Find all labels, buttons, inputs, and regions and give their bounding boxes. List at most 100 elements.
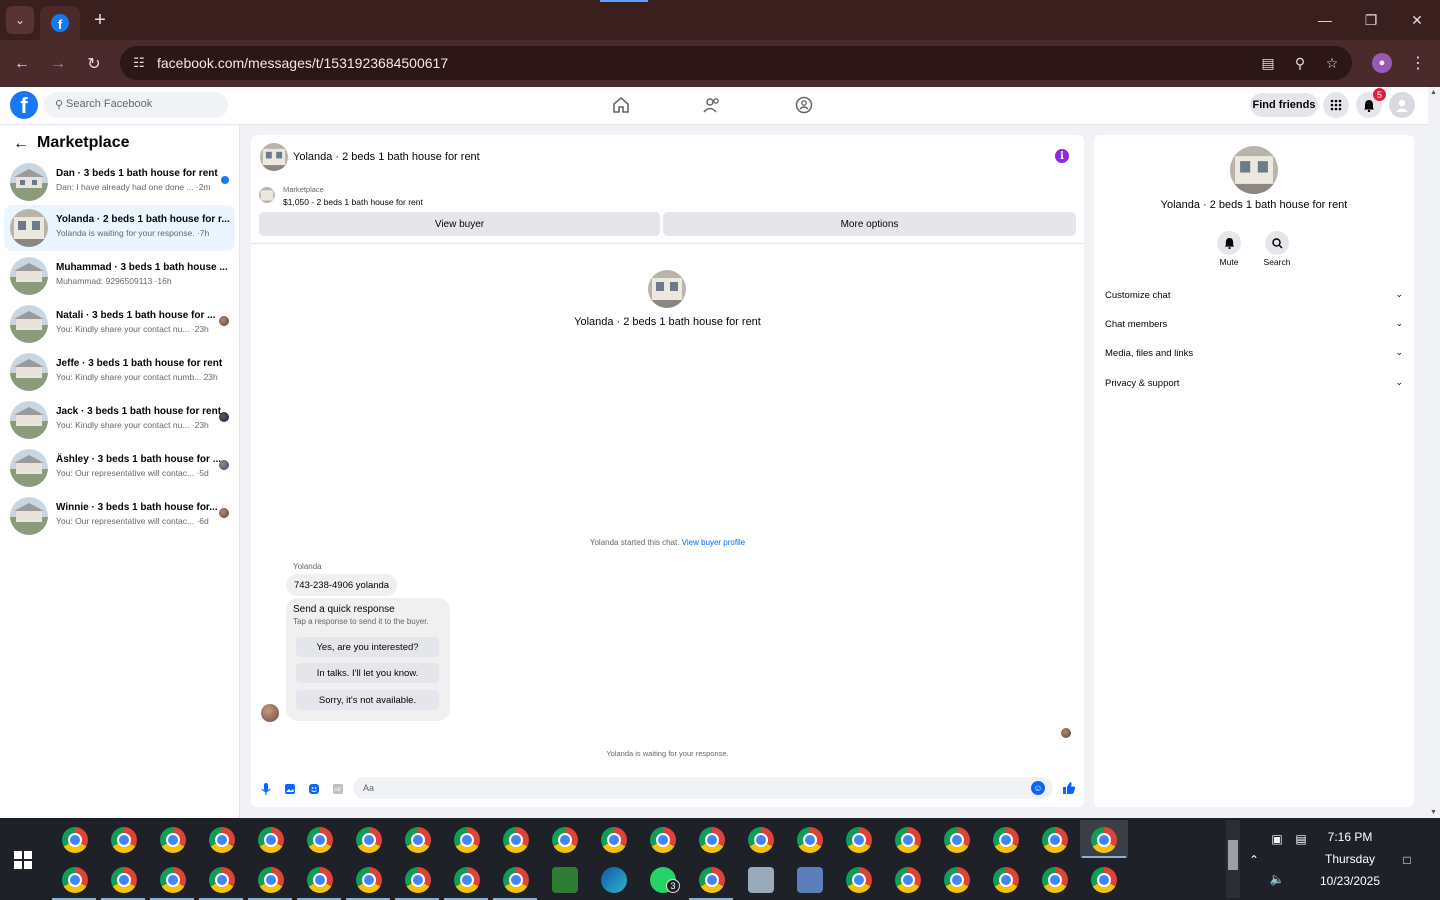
microphone-icon[interactable] <box>259 782 273 796</box>
chrome-taskbar-icon[interactable] <box>1042 867 1068 893</box>
minimize-icon[interactable]: — <box>1310 8 1340 32</box>
sticker-icon[interactable] <box>307 782 321 796</box>
conversation-item[interactable]: Yolanda · 2 beds 1 bath house for r... Y… <box>4 205 235 251</box>
close-window-icon[interactable]: ✕ <box>1402 8 1432 32</box>
quick-response-button[interactable]: In talks. I'll let you know. <box>296 663 439 683</box>
view-buyer-button[interactable]: View buyer <box>259 212 660 236</box>
listing-summary[interactable]: Marketplace $1,050 - 2 beds 1 bath house… <box>259 185 659 207</box>
chrome-taskbar-icon[interactable] <box>944 867 970 893</box>
conversation-item[interactable]: Jack · 3 beds 1 bath house for rent You:… <box>4 397 235 443</box>
emoji-icon[interactable]: ☺ <box>1031 781 1045 795</box>
back-arrow-icon[interactable]: ← <box>12 135 30 153</box>
taskbar-scrollbar[interactable] <box>1226 820 1240 898</box>
conversation-item[interactable]: Dan · 3 beds 1 bath house for rent Dan: … <box>4 159 235 205</box>
chrome-taskbar-icon[interactable] <box>552 827 578 853</box>
chrome-taskbar-icon[interactable] <box>650 827 676 853</box>
browser-profile-icon[interactable]: ● <box>1372 53 1392 73</box>
chrome-taskbar-icon[interactable] <box>895 827 921 853</box>
chrome-taskbar-icon[interactable] <box>307 827 333 853</box>
windows-start-icon[interactable] <box>14 851 32 869</box>
tab-search-dropdown-icon[interactable]: ⌄ <box>6 6 34 34</box>
search-icon[interactable] <box>1265 231 1289 255</box>
app-taskbar-icon[interactable] <box>797 867 823 893</box>
chrome-taskbar-icon[interactable] <box>111 827 137 853</box>
url-text[interactable]: facebook.com/messages/t/1531923684500617 <box>157 55 448 71</box>
chrome-taskbar-icon[interactable] <box>160 867 186 893</box>
section-customize-chat[interactable]: Customize chat ⌄ <box>1105 286 1403 306</box>
chrome-taskbar-icon[interactable] <box>454 827 480 853</box>
section-chat-members[interactable]: Chat members ⌄ <box>1105 315 1403 335</box>
chrome-taskbar-icon[interactable] <box>356 827 382 853</box>
conversation-item[interactable]: Jeffe · 3 beds 1 bath house for rent You… <box>4 349 235 395</box>
chat-thumbnail[interactable] <box>260 143 288 171</box>
show-hidden-icons-icon[interactable]: ⌃ <box>1245 851 1263 869</box>
chrome-taskbar-icon[interactable] <box>209 867 235 893</box>
back-arrow-icon[interactable]: ← <box>9 51 35 77</box>
bookmark-star-icon[interactable]: ☆ <box>1322 54 1342 72</box>
friends-icon[interactable] <box>702 95 722 115</box>
forward-arrow-icon[interactable]: → <box>45 51 71 77</box>
site-settings-icon[interactable]: ☷ <box>130 54 148 72</box>
address-bar[interactable]: ☷ facebook.com/messages/t/15319236845006… <box>120 46 1352 80</box>
edge-taskbar-icon[interactable] <box>601 867 627 893</box>
reload-icon[interactable]: ↻ <box>81 51 107 77</box>
chrome-taskbar-icon[interactable] <box>846 867 872 893</box>
browser-menu-icon[interactable]: ⋮ <box>1410 52 1426 74</box>
account-avatar-icon[interactable] <box>1389 92 1415 118</box>
home-icon[interactable] <box>611 95 631 115</box>
chrome-taskbar-icon[interactable] <box>160 827 186 853</box>
chrome-taskbar-icon[interactable] <box>993 827 1019 853</box>
quick-response-button[interactable]: Yes, are you interested? <box>296 637 439 657</box>
chrome-taskbar-icon[interactable] <box>1042 827 1068 853</box>
volume-tray-icon[interactable]: 🔈 <box>1268 870 1286 888</box>
clock-day[interactable]: Thursday <box>1310 852 1390 866</box>
chrome-taskbar-icon[interactable] <box>699 827 725 853</box>
facebook-search-input[interactable]: ⚲ Search Facebook <box>44 92 228 118</box>
conversation-item[interactable]: Winnie · 3 beds 1 bath house for... You:… <box>4 493 235 539</box>
quick-response-button[interactable]: Sorry, it's not available. <box>296 690 439 710</box>
notification-center-icon[interactable]: □ <box>1398 851 1416 869</box>
chrome-taskbar-icon[interactable] <box>111 867 137 893</box>
find-friends-button[interactable]: Find friends <box>1250 93 1318 117</box>
chat-title[interactable]: Yolanda · 2 beds 1 bath house for rent <box>293 151 480 163</box>
zoom-icon[interactable]: ⚲ <box>1290 54 1310 72</box>
chrome-taskbar-icon[interactable] <box>895 867 921 893</box>
chrome-taskbar-icon[interactable] <box>62 827 88 853</box>
chrome-taskbar-icon[interactable] <box>1091 867 1117 893</box>
chrome-taskbar-icon[interactable] <box>209 827 235 853</box>
chrome-taskbar-icon[interactable] <box>846 827 872 853</box>
chrome-taskbar-icon[interactable] <box>944 827 970 853</box>
more-options-button[interactable]: More options <box>663 212 1076 236</box>
camera-tray-icon[interactable]: ▣ <box>1268 830 1286 848</box>
menu-grid-icon[interactable] <box>1323 92 1349 118</box>
buyer-avatar[interactable] <box>261 704 279 722</box>
page-scrollbar[interactable]: ▲ ▼ <box>1428 87 1440 818</box>
view-buyer-profile-link[interactable]: View buyer profile <box>682 538 745 547</box>
taskbar-scroll-thumb[interactable] <box>1228 840 1238 870</box>
conversation-item[interactable]: Natali · 3 beds 1 bath house for ... You… <box>4 301 235 347</box>
chrome-taskbar-icon[interactable] <box>699 867 725 893</box>
browser-tab-facebook[interactable]: f <box>40 6 80 40</box>
network-tray-icon[interactable]: ▤ <box>1292 830 1310 848</box>
new-tab-button[interactable]: + <box>88 8 112 32</box>
facebook-logo-icon[interactable]: f <box>10 91 38 119</box>
section-media-files-links[interactable]: Media, files and links ⌄ <box>1105 344 1403 364</box>
restore-icon[interactable]: ❐ <box>1356 8 1386 32</box>
chrome-taskbar-icon[interactable] <box>454 867 480 893</box>
scroll-down-icon[interactable]: ▼ <box>1430 809 1437 816</box>
clock-time[interactable]: 7:16 PM <box>1310 830 1390 844</box>
chrome-taskbar-icon[interactable] <box>797 827 823 853</box>
chrome-taskbar-icon[interactable] <box>356 867 382 893</box>
notes-taskbar-icon[interactable] <box>552 867 578 893</box>
chrome-taskbar-icon[interactable] <box>503 827 529 853</box>
mute-bell-icon[interactable] <box>1217 231 1241 255</box>
conversation-item[interactable]: Äshley · 3 beds 1 bath house for ... You… <box>4 445 235 491</box>
photo-icon[interactable] <box>283 782 297 796</box>
scroll-up-icon[interactable]: ▲ <box>1430 89 1437 96</box>
clock-date[interactable]: 10/23/2025 <box>1310 874 1390 888</box>
chrome-taskbar-icon[interactable] <box>62 867 88 893</box>
chrome-taskbar-icon[interactable] <box>405 827 431 853</box>
install-app-icon[interactable]: ▤ <box>1258 54 1278 72</box>
groups-icon[interactable] <box>794 95 814 115</box>
info-icon[interactable]: i <box>1055 149 1069 163</box>
